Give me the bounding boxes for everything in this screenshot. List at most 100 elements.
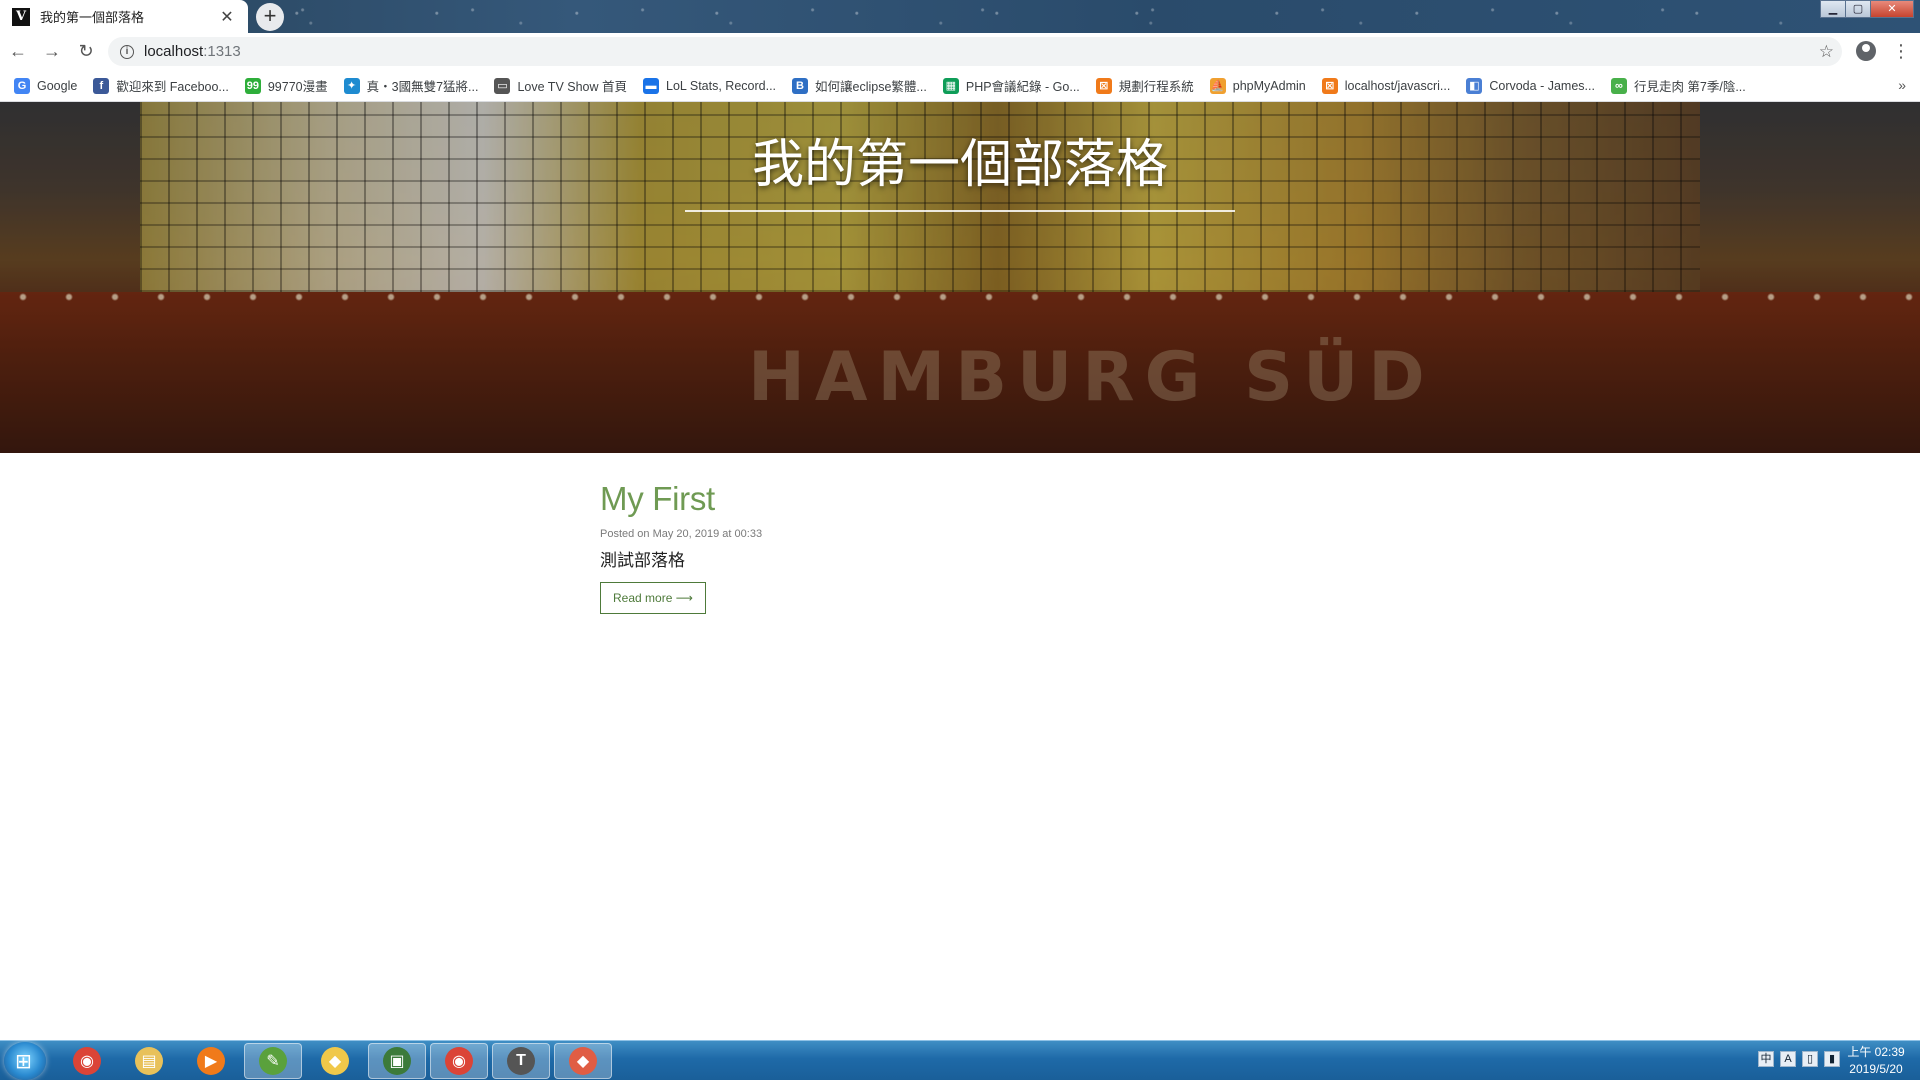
- monitor-icon: ▣: [383, 1047, 411, 1075]
- chrome-icon: ◉: [73, 1047, 101, 1075]
- read-more-button[interactable]: Read more ⟶: [600, 582, 706, 614]
- forward-arrow-icon[interactable]: →: [36, 36, 68, 68]
- page-icon: ◧: [1466, 77, 1483, 94]
- bookmark-label: 行見走肉 第7季/陰...: [1633, 80, 1746, 94]
- taskbar-app-button[interactable]: ◉: [430, 1043, 488, 1079]
- taskbar-app-button[interactable]: ◆: [554, 1043, 612, 1079]
- site-favicon-icon: V: [12, 7, 30, 26]
- phpmyadmin-icon: ⛵: [1209, 77, 1226, 94]
- system-tray: 中 A ▯ ▮: [1758, 1051, 1840, 1067]
- manga-icon: 99: [244, 77, 261, 94]
- taskbar-app-button[interactable]: ▤: [120, 1043, 178, 1079]
- bookmark-label: 歡迎來到 Faceboo...: [116, 80, 229, 94]
- bookmark-label: LoL Stats, Record...: [666, 78, 777, 93]
- clock-date: 2019/5/20: [1849, 1062, 1903, 1076]
- media-player-icon: ▶: [197, 1047, 225, 1075]
- game-icon: ✦: [343, 77, 360, 94]
- bookmark-item[interactable]: ⊠ localhost/javascri...: [1321, 77, 1451, 94]
- bookmark-label: Love TV Show 首頁: [517, 80, 627, 94]
- bookmark-item[interactable]: 99 99770漫畫: [244, 76, 328, 95]
- masthead-header-image: HAMBURG SÜD 我的第一個部落格: [0, 102, 1920, 453]
- profile-icon[interactable]: [1856, 41, 1876, 61]
- post-title-link[interactable]: My First: [600, 480, 1320, 518]
- bookmark-label: 規劃行程系統: [1118, 80, 1194, 94]
- chrome-icon: ◉: [445, 1047, 473, 1075]
- bookmark-item[interactable]: ▬ LoL Stats, Record...: [643, 77, 777, 94]
- taskbar-app-button[interactable]: ▶: [182, 1043, 240, 1079]
- browser-tab[interactable]: V 我的第一個部落格 ✕: [0, 0, 248, 33]
- bookmark-label: phpMyAdmin: [1232, 78, 1306, 93]
- bookmark-label: Corvoda - James...: [1489, 78, 1595, 93]
- title-divider: [685, 210, 1235, 212]
- tab-strip: V 我的第一個部落格 ✕ + ▁ ▢ ✕: [0, 0, 1920, 33]
- folder-icon: ◆: [321, 1047, 349, 1075]
- bookmark-item[interactable]: ◧ Corvoda - James...: [1466, 77, 1595, 94]
- bookmark-label: Google: [37, 78, 78, 93]
- post-summary: 測試部落格: [600, 551, 685, 570]
- file-explorer-icon: ▤: [135, 1047, 163, 1075]
- info-icon[interactable]: i: [120, 44, 134, 59]
- language-bar-icon[interactable]: ▯: [1802, 1051, 1818, 1067]
- bookmark-star-icon[interactable]: ☆: [1819, 42, 1834, 62]
- bookmark-label: PHP會議紀錄 - Go...: [965, 80, 1080, 94]
- bookmark-label: localhost/javascri...: [1344, 78, 1451, 93]
- minimize-button[interactable]: ▁: [1820, 0, 1846, 18]
- new-tab-button[interactable]: +: [256, 3, 284, 31]
- post-preview: My First Posted on May 20, 2019 at 00:33…: [600, 480, 1320, 614]
- xampp-icon: ⊠: [1321, 77, 1338, 94]
- bookmark-item[interactable]: f 歡迎來到 Faceboo...: [93, 76, 229, 95]
- link-icon: ∞: [1610, 77, 1627, 94]
- taskbar-app-button[interactable]: ▣: [368, 1043, 426, 1079]
- taskbar-app-button[interactable]: ◆: [306, 1043, 364, 1079]
- close-tab-icon[interactable]: ✕: [218, 7, 236, 27]
- facebook-icon: f: [93, 77, 110, 94]
- bookmark-item[interactable]: ⛵ phpMyAdmin: [1209, 77, 1306, 94]
- taskbar-app-button[interactable]: ✎: [244, 1043, 302, 1079]
- windows-taskbar: ◉ ▤ ▶ ✎ ◆ ▣ ◉ T ◆ 中 A ▯ ▮ 上午 02:39 2019/5/20: [0, 1040, 1920, 1080]
- reload-icon[interactable]: ↻: [70, 36, 102, 68]
- tv-icon: ▭: [494, 77, 511, 94]
- window-controls: ▁ ▢ ✕: [1820, 0, 1914, 18]
- input-method-icon[interactable]: 中: [1758, 1051, 1774, 1067]
- bookmark-item[interactable]: ⊠ 規劃行程系統: [1095, 76, 1194, 95]
- bookmark-label: 真・3國無雙7猛將...: [366, 80, 479, 94]
- bookmark-item[interactable]: G Google: [14, 77, 78, 94]
- network-icon[interactable]: ▮: [1824, 1051, 1840, 1067]
- bookmark-item[interactable]: ∞ 行見走肉 第7季/陰...: [1610, 76, 1746, 95]
- page-viewport: HAMBURG SÜD 我的第一個部落格 My First Posted on …: [0, 102, 1920, 1040]
- bookmark-item[interactable]: ✦ 真・3國無雙7猛將...: [343, 76, 479, 95]
- menu-kebab-icon[interactable]: ⋮: [1892, 39, 1910, 63]
- system-clock[interactable]: 上午 02:39 2019/5/20: [1842, 1044, 1910, 1078]
- bookmark-label: 如何讓eclipse繁體...: [815, 80, 927, 94]
- url-host: localhost: [144, 43, 204, 60]
- close-window-button[interactable]: ✕: [1870, 0, 1914, 18]
- xampp-icon: ⊠: [1095, 77, 1112, 94]
- site-title: 我的第一個部落格: [751, 135, 1168, 195]
- keyboard-icon[interactable]: A: [1780, 1051, 1796, 1067]
- blog-icon: B: [792, 77, 809, 94]
- address-bar[interactable]: i localhost:1313 ☆: [108, 37, 1842, 66]
- bookmark-item[interactable]: ▭ Love TV Show 首頁: [494, 76, 627, 95]
- desktop-wallpaper: [0, 0, 1920, 33]
- taskbar-app-button[interactable]: ◉: [58, 1043, 116, 1079]
- back-arrow-icon[interactable]: ←: [2, 36, 34, 68]
- typora-icon: T: [507, 1047, 535, 1075]
- clock-time: 上午 02:39: [1847, 1045, 1905, 1059]
- bookmark-item[interactable]: ▦ PHP會議紀錄 - Go...: [942, 76, 1080, 95]
- browser-toolbar: ← → ↻ i localhost:1313 ☆ ⋮: [0, 33, 1920, 70]
- url-port: :1313: [203, 43, 241, 60]
- sheets-icon: ▦: [942, 77, 959, 94]
- google-icon: G: [14, 77, 30, 94]
- post-meta: Posted on May 20, 2019 at 00:33: [600, 528, 763, 540]
- bookmarks-bar: G Google f 歡迎來到 Faceboo... 99 99770漫畫 ✦ 真・3國無雙7…: [0, 70, 1920, 102]
- tab-title: 我的第一個部落格: [40, 10, 145, 25]
- lol-icon: ▬: [643, 77, 659, 94]
- start-button[interactable]: [4, 1042, 46, 1080]
- more-bookmarks-icon[interactable]: »: [1898, 77, 1906, 93]
- bookmark-item[interactable]: B 如何讓eclipse繁體...: [792, 76, 927, 95]
- git-icon: ◆: [569, 1047, 597, 1075]
- maximize-button[interactable]: ▢: [1845, 0, 1871, 18]
- notepad-icon: ✎: [259, 1047, 287, 1075]
- taskbar-app-button[interactable]: T: [492, 1043, 550, 1079]
- bookmark-label: 99770漫畫: [267, 80, 328, 94]
